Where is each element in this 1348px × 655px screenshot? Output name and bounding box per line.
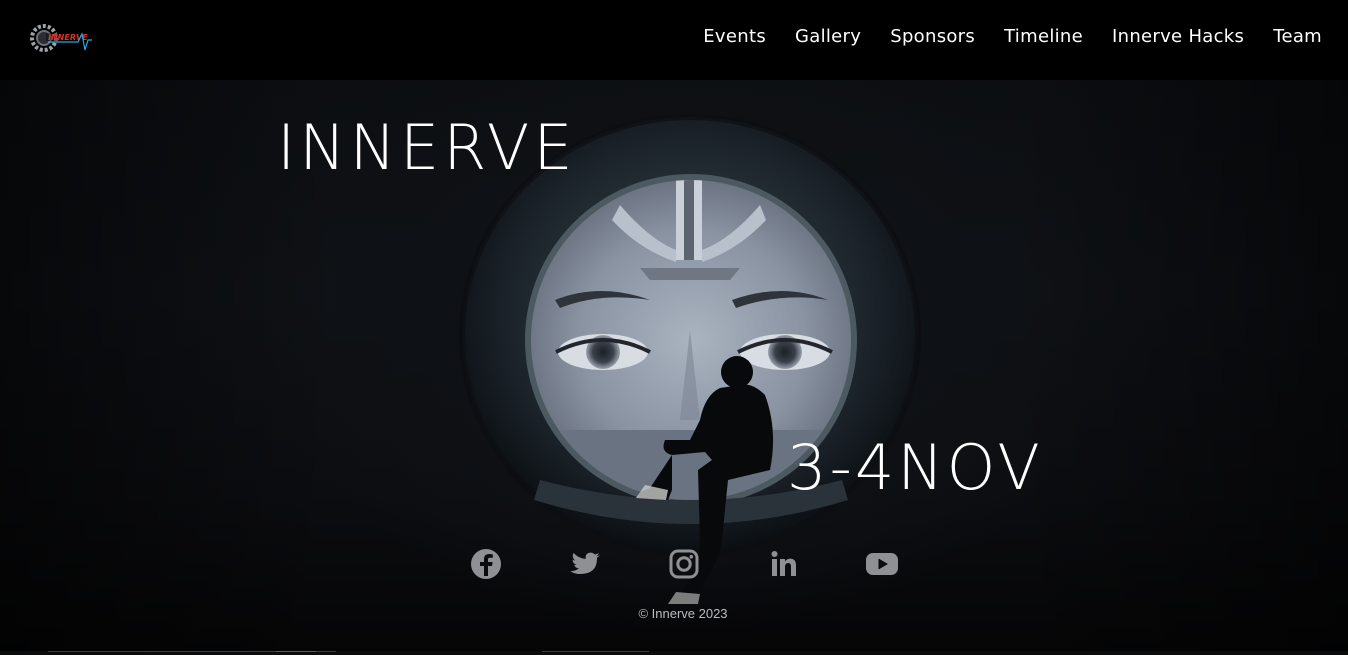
- linkedin-icon[interactable]: [766, 546, 802, 582]
- bottom-divider: [48, 651, 276, 652]
- facebook-icon[interactable]: [468, 546, 504, 582]
- page: INNERVE Events Gallery Sponsors Timeline…: [0, 0, 1348, 655]
- nav-events[interactable]: Events: [703, 26, 766, 47]
- navbar: INNERVE Events Gallery Sponsors Timeline…: [0, 0, 1348, 80]
- bottom-divider: [276, 651, 316, 652]
- bottom-divider: [316, 651, 336, 652]
- nav-timeline[interactable]: Timeline: [1004, 26, 1083, 47]
- instagram-icon[interactable]: [666, 546, 702, 582]
- hero-title: INNERVE: [277, 111, 577, 184]
- nav-gallery[interactable]: Gallery: [795, 26, 861, 47]
- nav-innerve-hacks[interactable]: Innerve Hacks: [1112, 26, 1244, 47]
- copyright-text: © Innerve 2023: [638, 606, 728, 621]
- youtube-icon[interactable]: [864, 546, 900, 582]
- nav-team[interactable]: Team: [1273, 26, 1322, 47]
- bottom-divider: [542, 651, 649, 652]
- social-links: [466, 546, 906, 586]
- innerve-logo-icon[interactable]: INNERVE: [30, 20, 94, 56]
- twitter-icon[interactable]: [567, 546, 603, 582]
- main-nav: Events Gallery Sponsors Timeline Innerve…: [703, 26, 1322, 47]
- hero-date: 3-4NOV: [787, 431, 1043, 504]
- nav-sponsors[interactable]: Sponsors: [890, 26, 975, 47]
